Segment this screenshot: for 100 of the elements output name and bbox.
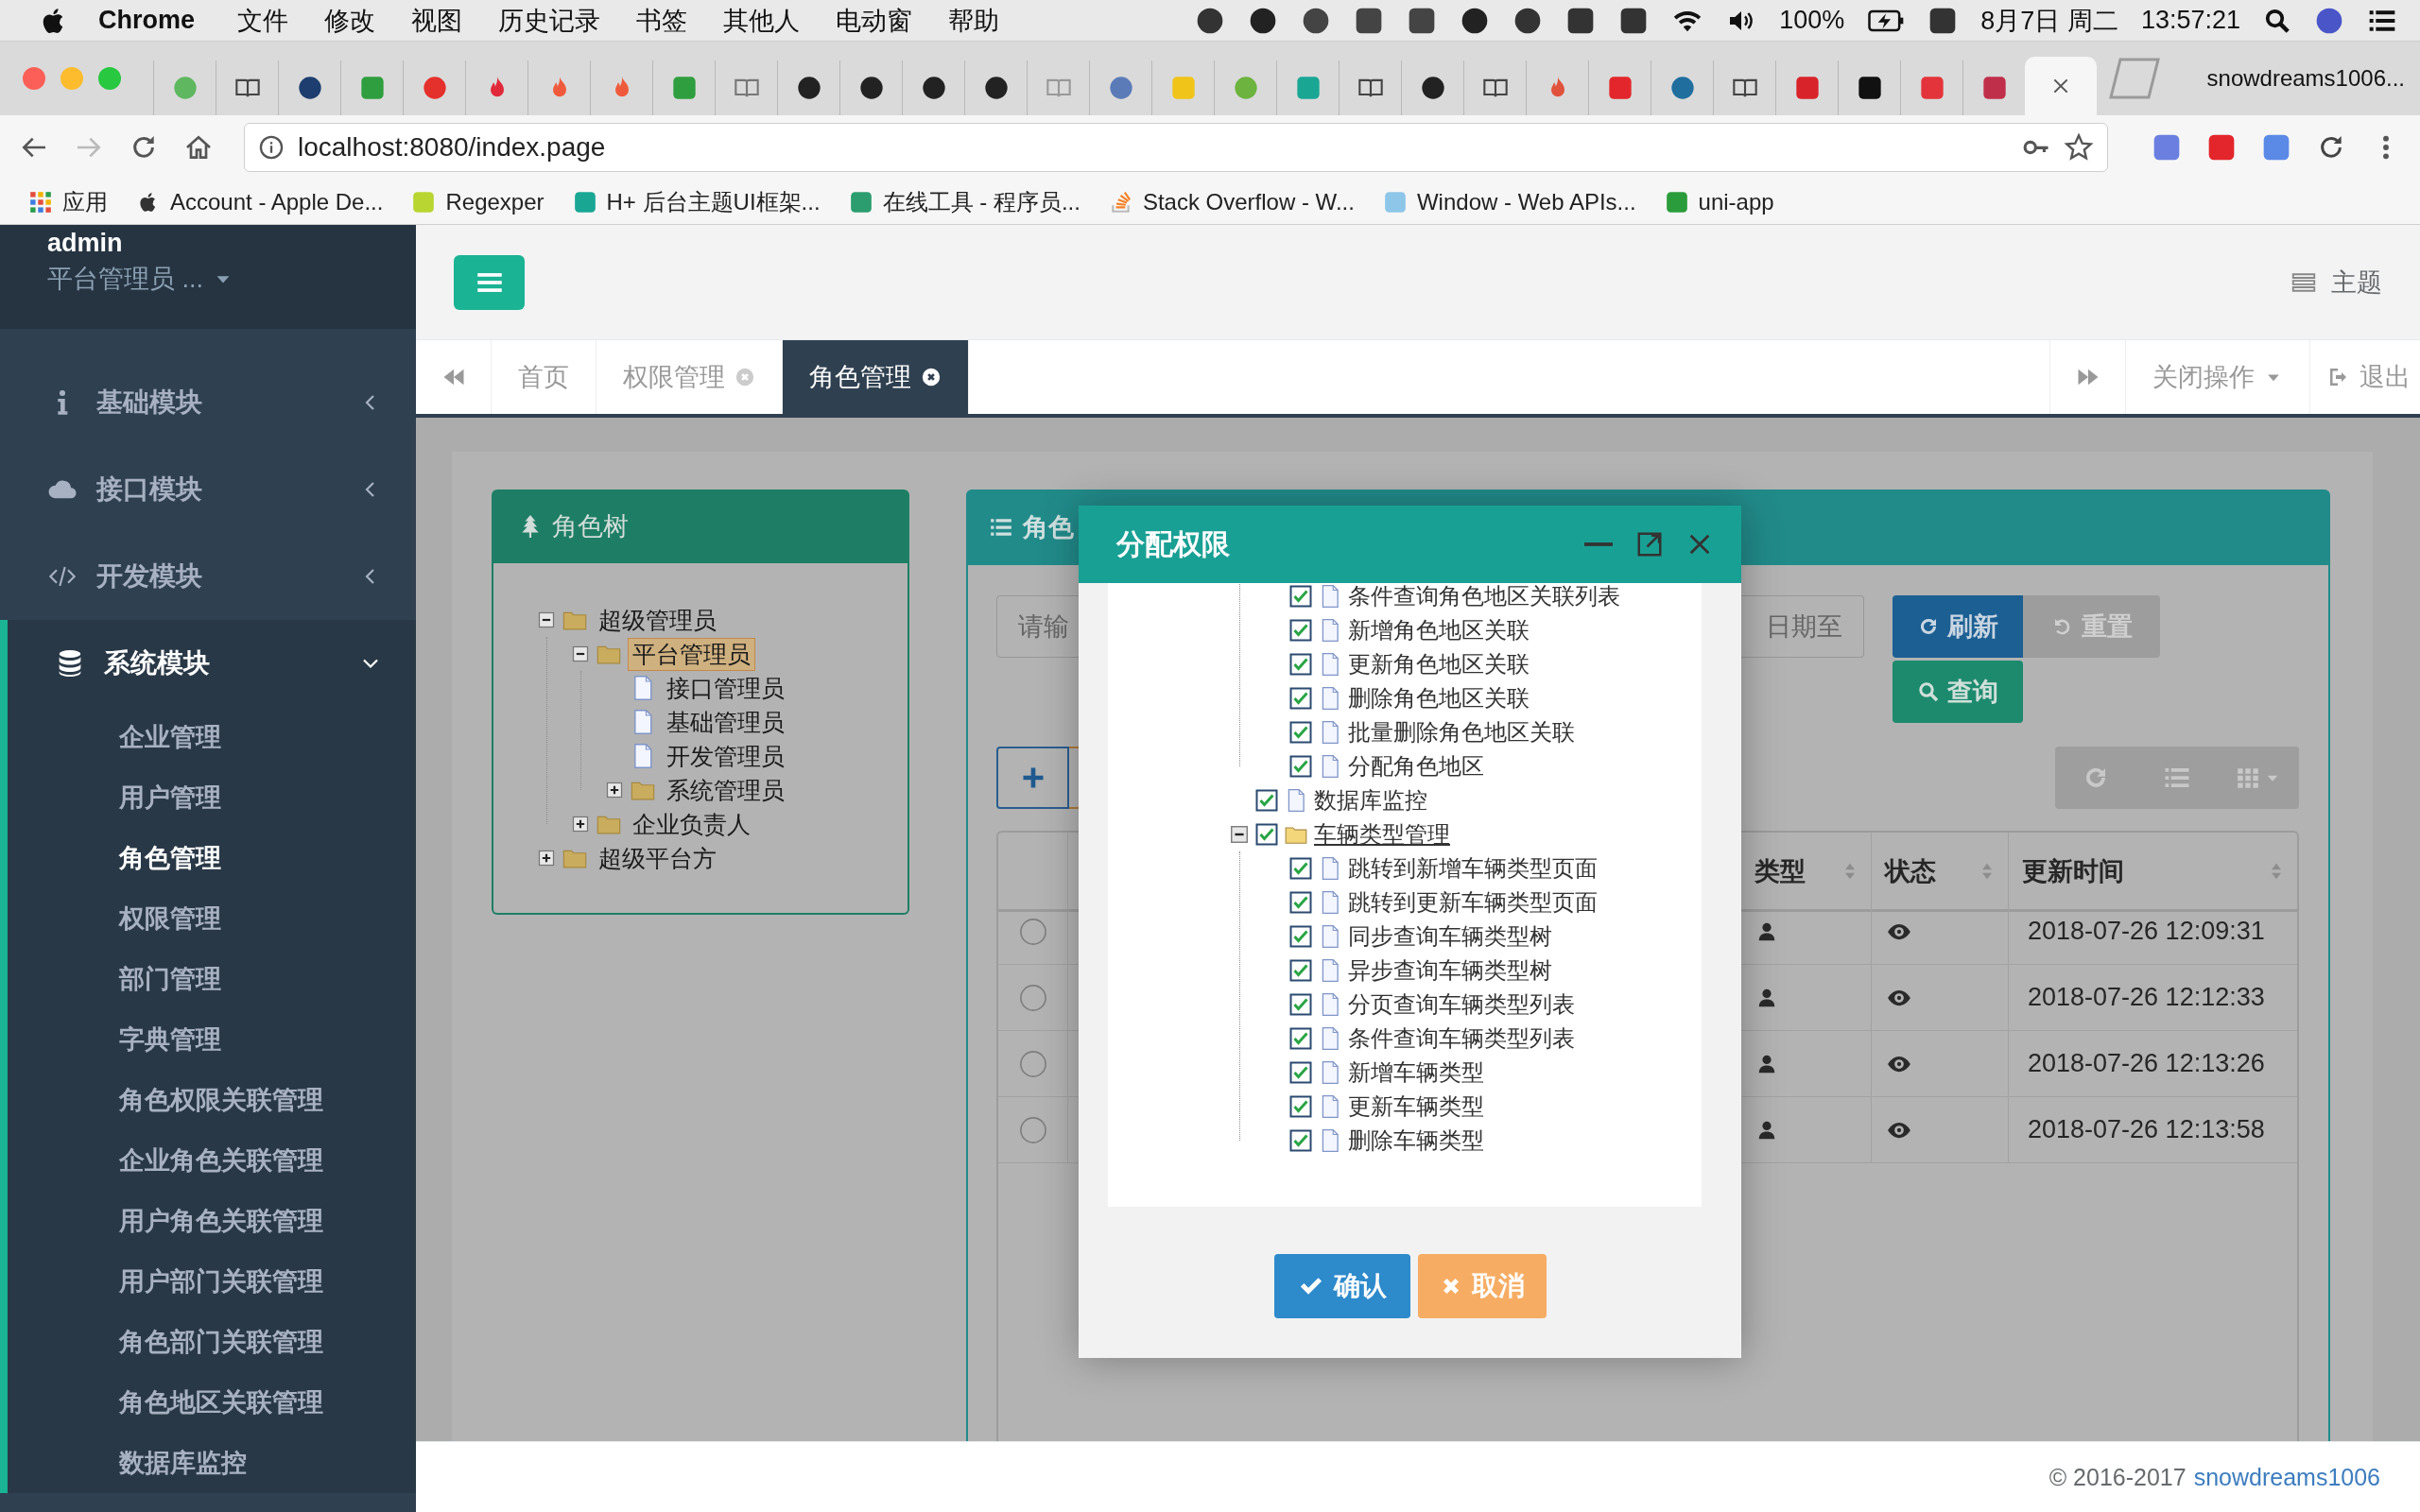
circle-icon[interactable] — [920, 75, 947, 101]
menu-item[interactable]: 书签 — [618, 3, 705, 38]
tree-node-label[interactable]: 车辆类型管理 — [1314, 819, 1450, 850]
checkbox[interactable] — [1289, 721, 1312, 744]
menu-item[interactable]: 历史记录 — [480, 3, 618, 38]
menu-item[interactable]: 文件 — [219, 3, 306, 38]
menu-item[interactable]: 企业管理 — [119, 720, 221, 754]
bookmark-link[interactable]: H+ 后台主题UI框架... — [606, 186, 821, 217]
bookmark-link[interactable]: Regexper — [445, 188, 544, 215]
menu-group[interactable]: 开发模块 — [96, 558, 340, 594]
checkbox[interactable] — [1289, 653, 1312, 676]
tree-node-label[interactable]: 开发管理员 — [662, 739, 789, 773]
tree-node-label[interactable]: 删除角色地区关联 — [1348, 683, 1530, 713]
tree-node-label[interactable]: 系统管理员 — [662, 773, 789, 807]
tree-node-label[interactable]: 超级管理员 — [594, 603, 721, 637]
add-button[interactable] — [996, 747, 1069, 809]
tree-node-label[interactable]: 数据库监控 — [1314, 785, 1427, 816]
menu-group[interactable]: 系统模块 — [104, 645, 340, 681]
bookmark-link[interactable]: Window - Web APIs... — [1416, 188, 1636, 215]
app-name[interactable]: Chrome — [70, 6, 219, 35]
checkbox[interactable] — [1289, 1129, 1312, 1152]
menu-toggle-button[interactable] — [454, 254, 525, 310]
expand-icon[interactable] — [605, 781, 624, 799]
collapse-icon[interactable] — [1229, 824, 1250, 845]
menu-item[interactable]: 用户角色关联管理 — [119, 1204, 323, 1238]
radio-button[interactable] — [1018, 983, 1047, 1012]
checkbox[interactable] — [1289, 891, 1312, 914]
menu-item[interactable]: 角色地区关联管理 — [119, 1385, 323, 1419]
tree-node-label[interactable]: 新增车辆类型 — [1348, 1057, 1484, 1088]
circle-icon[interactable] — [296, 75, 323, 101]
column-header[interactable]: 更新时间 — [2022, 853, 2124, 888]
radio-button[interactable] — [1018, 1115, 1047, 1144]
column-header[interactable]: 状态 — [1885, 853, 1936, 888]
radio-button[interactable] — [1018, 1049, 1047, 1078]
menu-item[interactable]: 角色权限关联管理 — [119, 1083, 323, 1117]
menu-item[interactable]: 数据库监控 — [119, 1446, 247, 1480]
expand-icon[interactable] — [571, 815, 590, 833]
expand-icon[interactable] — [537, 849, 556, 868]
close-tab-icon[interactable] — [921, 367, 942, 387]
menu-item[interactable]: 角色管理 — [119, 841, 221, 875]
maximize-button[interactable] — [1635, 530, 1664, 558]
tree-node-label[interactable]: 平台管理员 — [628, 637, 755, 671]
tree-node-label[interactable]: 接口管理员 — [662, 671, 789, 705]
menu-item[interactable]: 企业角色关联管理 — [119, 1143, 323, 1177]
square-icon[interactable] — [1856, 75, 1883, 101]
tree-node-label[interactable]: 超级平台方 — [594, 841, 721, 875]
tree-node-label[interactable]: 删除车辆类型 — [1348, 1125, 1484, 1156]
tree-node-label[interactable]: 异步查询车辆类型树 — [1348, 955, 1552, 986]
user-role[interactable]: 平台管理员 ... — [47, 262, 203, 296]
refresh-button[interactable]: 刷新 — [1893, 595, 2023, 658]
column-header[interactable]: 类型 — [1754, 853, 1806, 888]
tree-node-label[interactable]: 条件查询角色地区关联列表 — [1348, 583, 1620, 611]
bookmark-link[interactable]: 应用 — [62, 186, 108, 217]
tree-node-label[interactable]: 跳转到新增车辆类型页面 — [1348, 853, 1598, 884]
menu-group[interactable]: 接口模块 — [96, 472, 340, 507]
author-link[interactable]: snowdreams1006 — [2193, 1463, 2380, 1491]
checkbox[interactable] — [1289, 755, 1312, 778]
menu-group[interactable]: 基础模块 — [96, 385, 340, 421]
checkbox[interactable] — [1289, 619, 1312, 642]
checkbox[interactable] — [1289, 1027, 1312, 1050]
theme-link[interactable]: 主题 — [2331, 265, 2382, 300]
circle-icon[interactable] — [857, 75, 885, 101]
tree-node-label[interactable]: 企业负责人 — [628, 807, 755, 841]
tree-node-label[interactable]: 更新角色地区关联 — [1348, 649, 1530, 679]
circle-icon[interactable] — [795, 75, 822, 101]
tree-node-label[interactable]: 基础管理员 — [662, 705, 789, 739]
profile-name[interactable]: snowdreams1006... — [2191, 65, 2420, 92]
menu-item[interactable]: 视图 — [393, 3, 480, 38]
menu-item[interactable]: 电动窗 — [818, 3, 930, 38]
menu-item[interactable]: 权限管理 — [119, 902, 221, 936]
checkbox[interactable] — [1289, 1061, 1312, 1084]
bookmark-link[interactable]: Stack Overflow - W... — [1142, 188, 1355, 215]
bookmark-link[interactable]: 在线工具 - 程序员... — [882, 186, 1080, 217]
collapse-icon[interactable] — [537, 610, 556, 629]
tree-node-label[interactable]: 分页查询车辆类型列表 — [1348, 989, 1575, 1020]
checkbox[interactable] — [1289, 925, 1312, 948]
tree-node-label[interactable]: 同步查询车辆类型树 — [1348, 921, 1552, 952]
close-icon[interactable] — [2051, 77, 2070, 95]
page-tab[interactable]: 角色管理 — [783, 340, 969, 414]
tree-node-label[interactable]: 更新车辆类型 — [1348, 1091, 1484, 1122]
circle-icon[interactable] — [982, 75, 1010, 101]
checkbox[interactable] — [1289, 585, 1312, 608]
tree-node-label[interactable]: 新增角色地区关联 — [1348, 615, 1530, 645]
address-bar[interactable]: localhost:8080/index.page — [244, 123, 2108, 172]
tree-node-label[interactable]: 批量删除角色地区关联 — [1348, 717, 1575, 747]
radio-button[interactable] — [1018, 917, 1047, 946]
checkbox[interactable] — [1289, 993, 1312, 1016]
collapse-icon[interactable] — [571, 644, 590, 663]
menu-item[interactable]: 用户管理 — [119, 781, 221, 815]
menu-item[interactable]: 部门管理 — [119, 962, 221, 996]
menu-item[interactable]: 其他人 — [705, 3, 818, 38]
checkbox[interactable] — [1289, 1095, 1312, 1118]
menu-item[interactable]: 用户部门关联管理 — [119, 1264, 323, 1298]
menu-item[interactable]: 修改 — [306, 3, 393, 38]
checkbox[interactable] — [1289, 857, 1312, 880]
checkbox[interactable] — [1289, 959, 1312, 982]
checkbox[interactable] — [1255, 823, 1278, 846]
menubar-date[interactable]: 8月7日 周二 — [1980, 3, 2118, 38]
menu-item[interactable]: 帮助 — [930, 3, 1017, 38]
menu-item[interactable]: 角色部门关联管理 — [119, 1325, 323, 1359]
